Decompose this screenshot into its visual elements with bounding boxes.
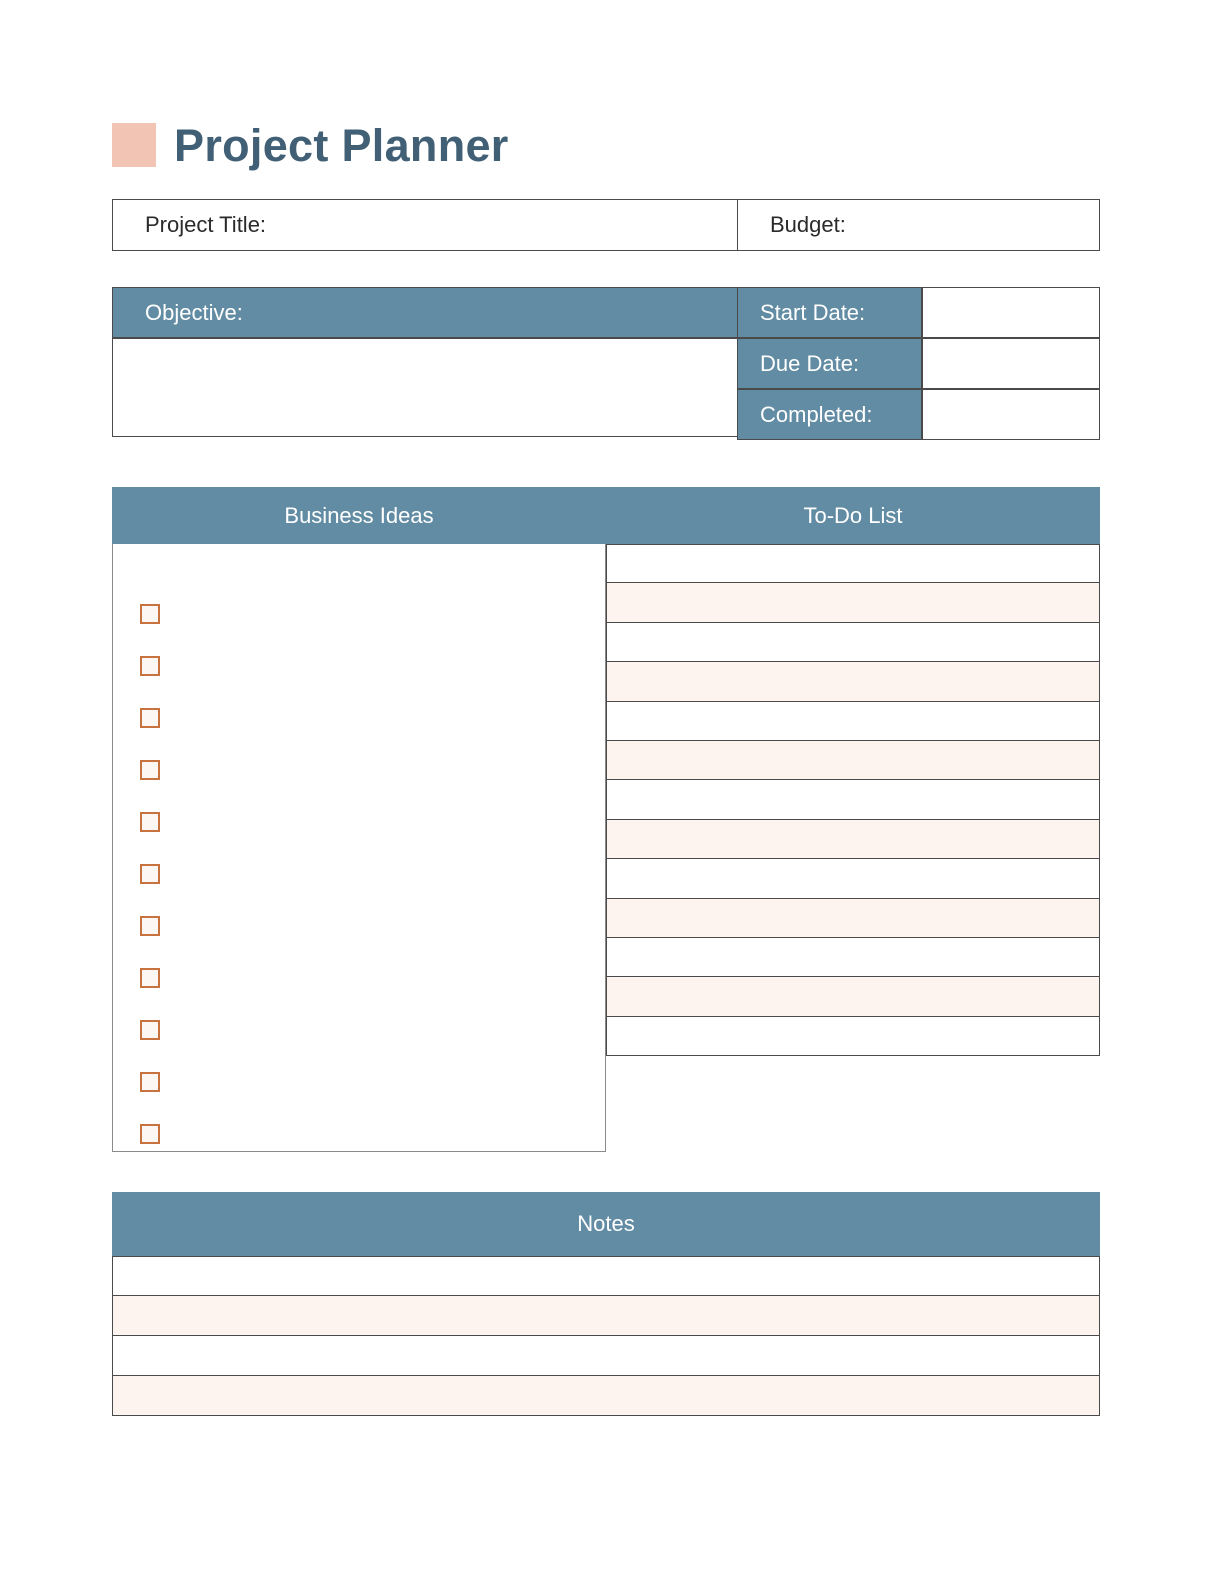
checkbox-icon[interactable] [140,968,160,988]
business-idea-text[interactable] [160,978,605,979]
objective-label: Objective: [145,299,243,325]
todo-row[interactable] [606,583,1100,623]
business-idea-text[interactable] [160,718,605,719]
todo-row[interactable] [606,977,1100,1017]
business-idea-text[interactable] [160,874,605,875]
business-idea-item[interactable] [113,1108,605,1160]
budget-field[interactable]: Budget: [737,199,1100,251]
todo-row[interactable] [606,898,1100,938]
todo-row[interactable] [606,544,1100,584]
project-title-label: Project Title: [145,212,267,237]
business-idea-text[interactable] [160,614,605,615]
objective-input[interactable] [112,338,738,437]
business-idea-item[interactable] [113,588,605,640]
due-date-input[interactable] [922,338,1100,389]
business-idea-text[interactable] [160,1082,605,1083]
due-date-label: Due Date: [760,350,860,376]
business-idea-item[interactable] [113,848,605,900]
completed-input[interactable] [922,389,1100,440]
todo-row[interactable] [606,937,1100,978]
completed-label: Completed: [760,401,873,427]
business-idea-item[interactable] [113,692,605,744]
business-idea-text[interactable] [160,822,605,823]
business-idea-item[interactable] [113,744,605,796]
business-idea-item[interactable] [113,900,605,952]
business-idea-item[interactable] [113,796,605,848]
checkbox-icon[interactable] [140,1020,160,1040]
todo-list-header: To-Do List [606,487,1100,544]
business-ideas-list [113,544,605,1160]
business-idea-text[interactable] [160,770,605,771]
start-date-input[interactable] [922,287,1100,338]
business-idea-item[interactable] [113,1056,605,1108]
start-date-label: Start Date: [760,299,866,325]
planner-page: Project Planner Project Title: Budget: O… [0,0,1224,1584]
notes-rows [112,1256,1100,1416]
todo-row[interactable] [606,701,1100,741]
start-date-label-cell: Start Date: [737,287,922,338]
due-date-label-cell: Due Date: [737,338,922,389]
business-idea-item[interactable] [113,640,605,692]
todo-list-rows [606,544,1100,1057]
notes-header-label: Notes [577,1211,635,1236]
business-ideas-header: Business Ideas [112,487,606,544]
todo-row[interactable] [606,740,1100,781]
checkbox-icon[interactable] [140,812,160,832]
todo-row[interactable] [606,622,1100,663]
business-ideas-panel [112,544,606,1152]
notes-row[interactable] [112,1376,1100,1416]
todo-row[interactable] [606,662,1100,702]
checkbox-icon[interactable] [140,708,160,728]
objective-header: Objective: [112,287,738,338]
checkbox-icon[interactable] [140,864,160,884]
completed-label-cell: Completed: [737,389,922,440]
checkbox-icon[interactable] [140,656,160,676]
todo-list-header-label: To-Do List [803,502,903,528]
checkbox-icon[interactable] [140,1072,160,1092]
project-title-field[interactable]: Project Title: [112,199,738,251]
business-idea-text[interactable] [160,1134,605,1135]
notes-row[interactable] [112,1336,1100,1376]
notes-row[interactable] [112,1256,1100,1296]
checkbox-icon[interactable] [140,916,160,936]
notes-header: Notes [112,1192,1100,1256]
todo-row[interactable] [606,819,1100,860]
notes-row[interactable] [112,1296,1100,1336]
business-ideas-header-label: Business Ideas [284,502,434,528]
checkbox-icon[interactable] [140,604,160,624]
page-title: Project Planner [112,112,509,178]
business-idea-text[interactable] [160,926,605,927]
checkbox-icon[interactable] [140,760,160,780]
budget-label: Budget: [770,212,846,237]
business-idea-item[interactable] [113,952,605,1004]
todo-row[interactable] [606,780,1100,820]
todo-row[interactable] [606,1016,1100,1057]
business-idea-text[interactable] [160,666,605,667]
business-idea-text[interactable] [160,1030,605,1031]
title-accent-square [112,123,156,167]
checkbox-icon[interactable] [140,1124,160,1144]
todo-row[interactable] [606,859,1100,899]
business-idea-item[interactable] [113,1004,605,1056]
page-title-text: Project Planner [174,119,509,171]
